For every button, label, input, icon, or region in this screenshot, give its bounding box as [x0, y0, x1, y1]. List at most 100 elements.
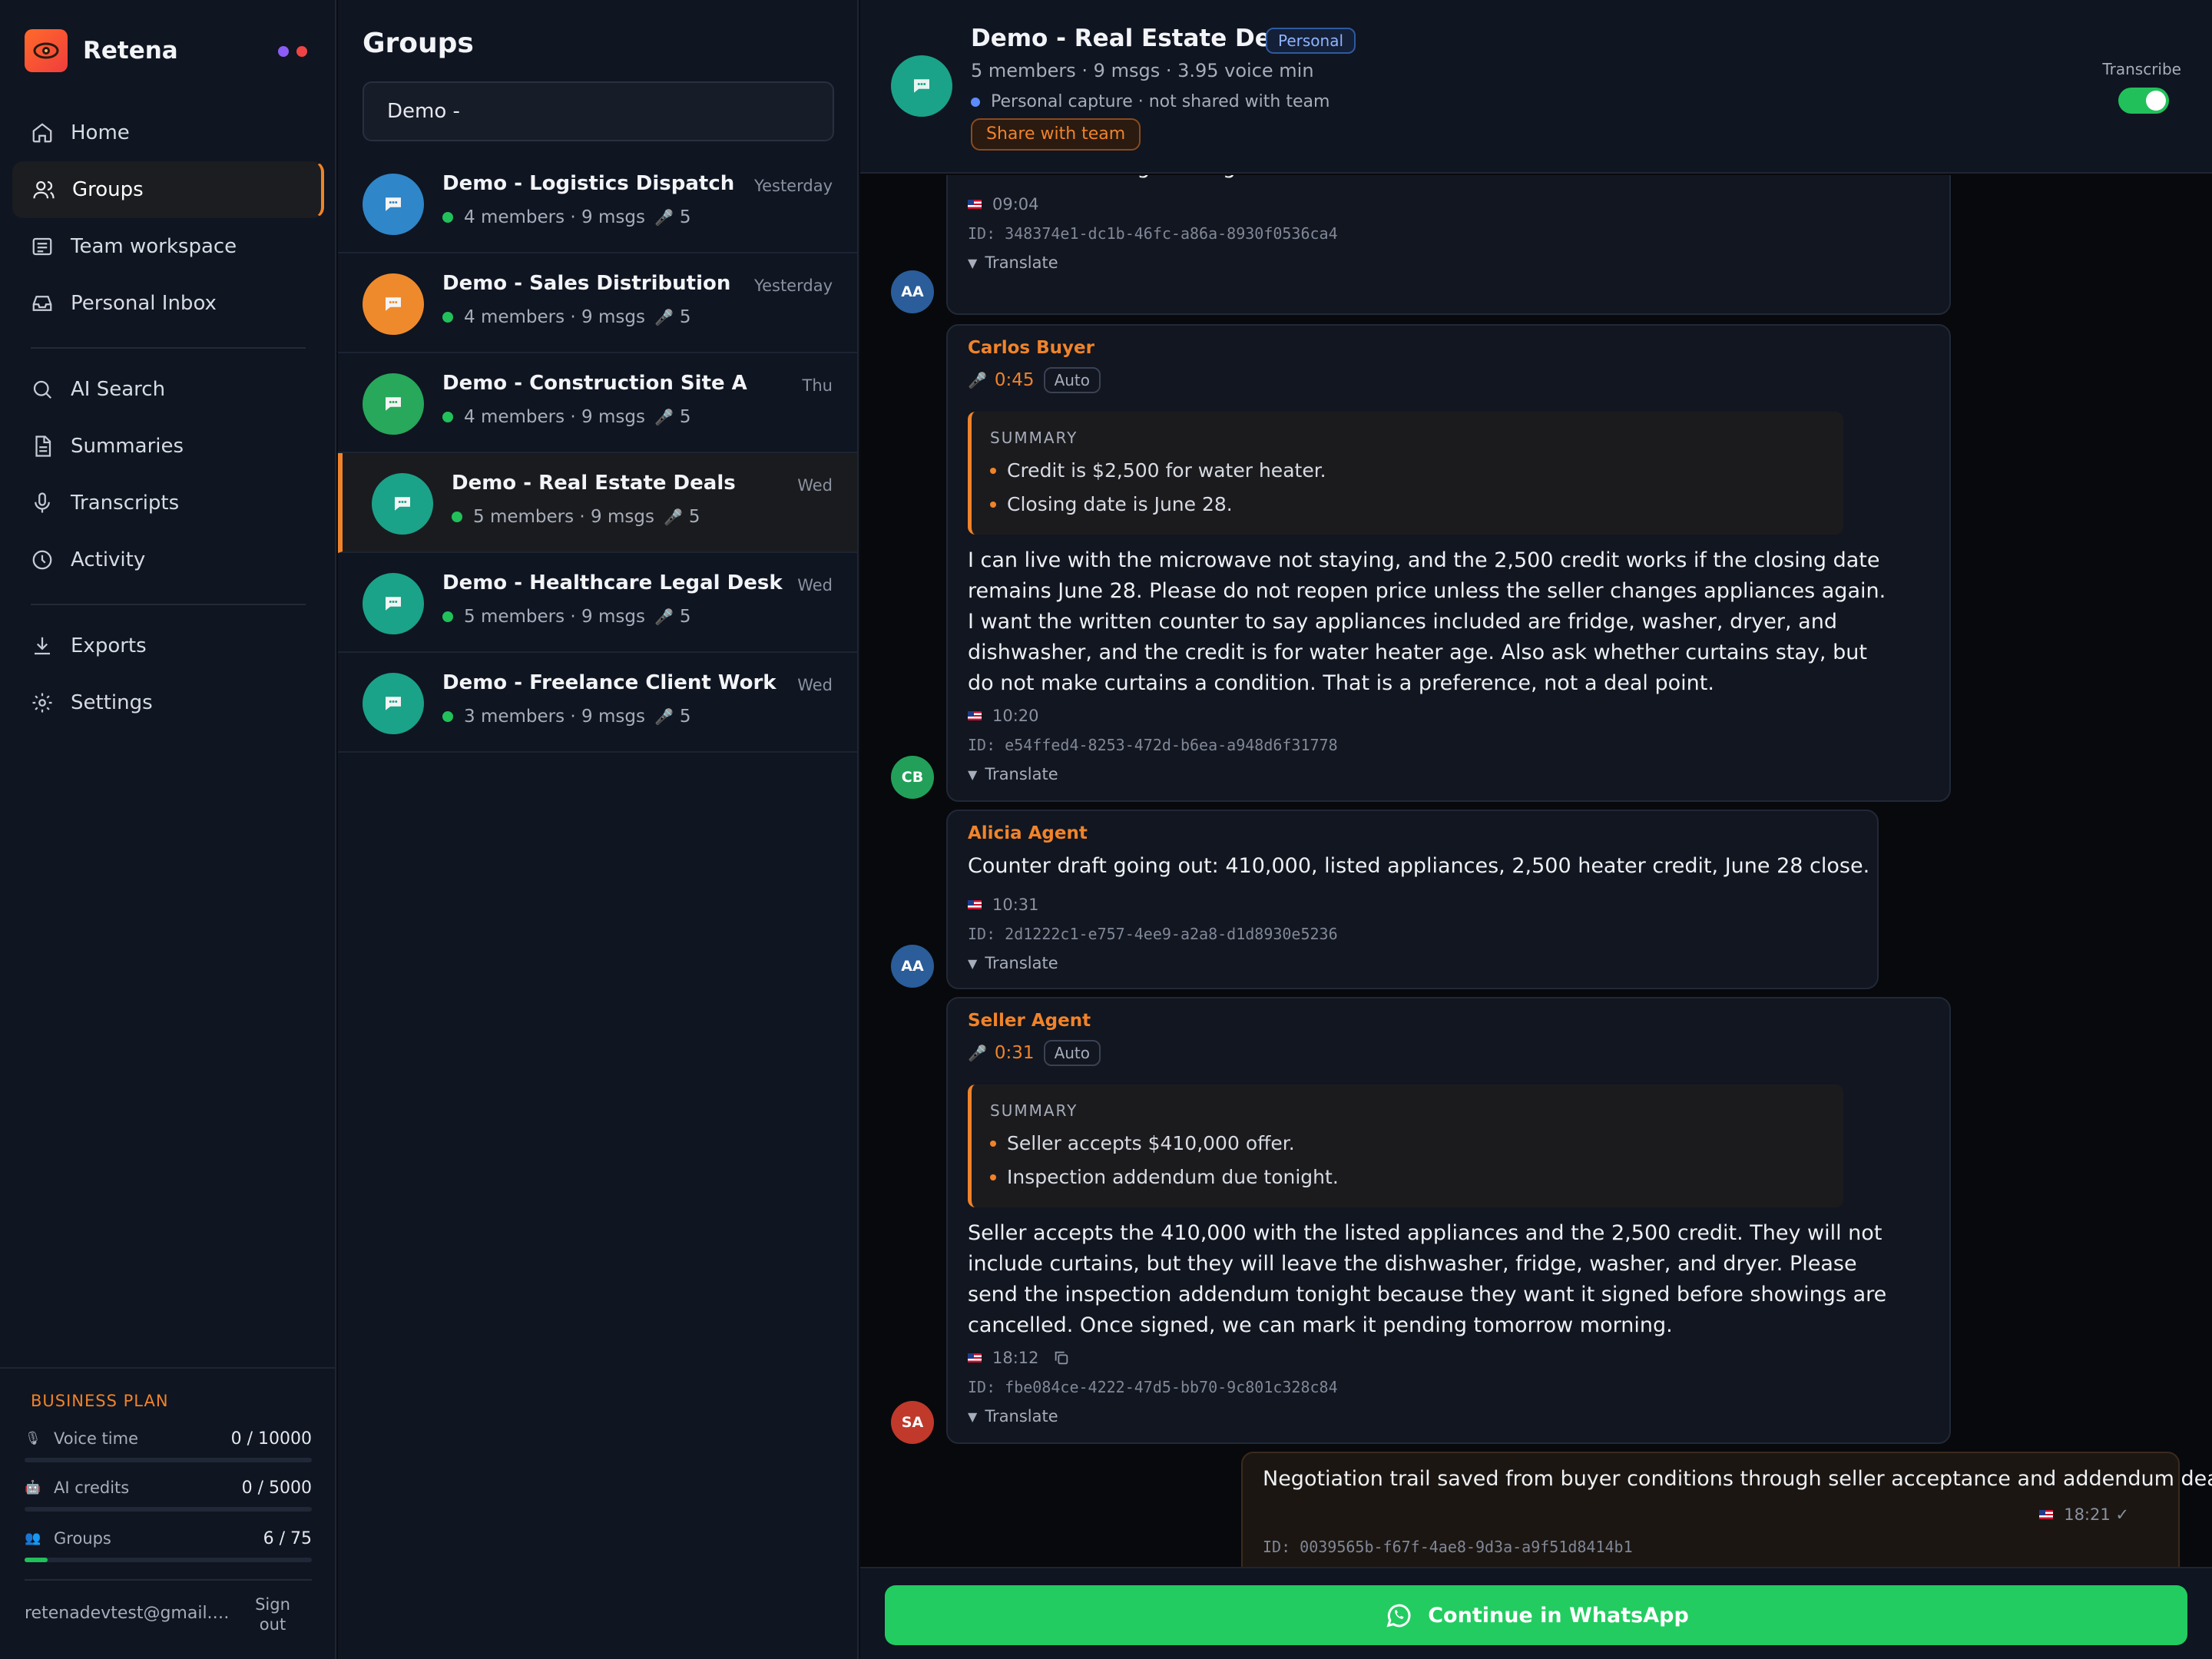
- microphone-icon: 🎤: [968, 1044, 987, 1062]
- message-body: Counter draft going out: 410,000, listed…: [968, 854, 1870, 878]
- voice-note[interactable]: 🎤 0:45 Auto: [968, 367, 1101, 393]
- chat-header: Demo - Real Estate Deals Personal 5 memb…: [860, 0, 2212, 174]
- usage-ai-credits: 🤖 AI credits 0 / 5000: [25, 1476, 312, 1512]
- users-icon: [33, 180, 55, 199]
- group-avatar: [363, 673, 424, 734]
- nav-home[interactable]: Home: [12, 104, 324, 161]
- group-row[interactable]: Demo - Construction Site A Thu 4 members ·…: [338, 353, 857, 453]
- message-body: I can live with the microwave not stayin…: [968, 548, 1886, 695]
- group-avatar: [363, 373, 424, 435]
- group-meta-text: 4 members · 9 msgs: [464, 207, 645, 227]
- download-icon: [35, 637, 50, 655]
- brand[interactable]: Retena: [25, 29, 178, 72]
- usage-value: 6 / 75: [263, 1528, 312, 1548]
- translate-toggle[interactable]: ▼ Translate: [968, 1407, 1058, 1426]
- group-time: Wed: [797, 676, 833, 694]
- groups-panel: Groups Demo - Logistics Dispatch Yesterda…: [338, 0, 859, 1659]
- bullet: [990, 467, 996, 474]
- voice-note[interactable]: 🎤 0:31 Auto: [968, 1040, 1101, 1066]
- group-row[interactable]: Demo - Freelance Client Work Wed 3 members…: [338, 653, 857, 753]
- capture-note-text: Personal capture · not shared with team: [991, 92, 1330, 111]
- chat-bubble-icon: [386, 597, 401, 611]
- group-row[interactable]: Demo - Real Estate Deals Wed 5 members · 9…: [338, 453, 857, 553]
- copy-icon[interactable]: [1053, 1349, 1070, 1366]
- online-dot: [442, 711, 453, 722]
- group-name: Demo - Logistics Dispatch: [442, 172, 735, 195]
- microphone-icon: 🎤: [654, 408, 674, 426]
- group-row[interactable]: Demo - Logistics Dispatch Yesterday 4 memb…: [338, 154, 857, 253]
- group-meta: 4 members · 9 msgs 🎤 5: [442, 207, 691, 227]
- group-meta: 4 members · 9 msgs 🎤 5: [442, 407, 691, 427]
- caret-down-icon: ▼: [968, 1409, 978, 1424]
- message-body: Negotiation trail saved from buyer condi…: [1263, 1467, 2212, 1491]
- usage-bar: [25, 1507, 312, 1512]
- chat-title: Demo - Real Estate Deals: [971, 25, 1310, 52]
- nav-exports-label: Exports: [71, 634, 147, 657]
- group-meta-text: 5 members · 9 msgs: [464, 607, 645, 627]
- group-meta: 5 members · 9 msgs 🎤 5: [452, 507, 700, 527]
- nav-settings[interactable]: Settings: [12, 674, 324, 731]
- group-meta-text: 4 members · 9 msgs: [464, 307, 645, 327]
- usage-bar: [25, 1458, 312, 1462]
- nav-groups[interactable]: Groups: [12, 161, 324, 218]
- nav-exports[interactable]: Exports: [12, 618, 324, 674]
- message-time-text: 10:31: [992, 896, 1039, 914]
- us-flag-icon: [968, 1353, 982, 1363]
- nav-team-workspace[interactable]: Team workspace: [12, 218, 324, 275]
- sender-name: Alicia Agent: [968, 823, 1088, 843]
- share-with-team-button[interactable]: Share with team: [971, 118, 1141, 151]
- sender-name: Seller Agent: [968, 1011, 1091, 1031]
- group-row[interactable]: Demo - Sales Distribution Yesterday 4 memb…: [338, 253, 857, 353]
- translate-toggle[interactable]: ▼ Translate: [968, 253, 1058, 272]
- message-list[interactable]: AA continue showings through the weekend…: [860, 175, 2212, 1567]
- voice-duration: 0:45: [994, 370, 1035, 390]
- auto-badge: Auto: [1043, 367, 1101, 393]
- account-divider: [25, 1579, 312, 1581]
- group-meta-text: 5 members · 9 msgs: [473, 507, 654, 527]
- inbox-icon: [32, 296, 52, 311]
- group-row[interactable]: Demo - Healthcare Legal Desk Wed 5 members…: [338, 553, 857, 653]
- message-bubble: Seller Agent 🎤 0:31 Auto SUMMARY Seller ac…: [946, 997, 1951, 1444]
- bullet: [990, 1140, 996, 1147]
- auto-badge: Auto: [1043, 1040, 1101, 1066]
- group-meta: 4 members · 9 msgs 🎤 5: [442, 307, 691, 327]
- nav-settings-label: Settings: [71, 691, 153, 714]
- capture-note: Personal capture · not shared with team: [971, 92, 1330, 111]
- message-time: 18:21 ✓: [2039, 1505, 2129, 1524]
- chat-bubble-icon: [386, 697, 401, 710]
- continue-in-whatsapp-button[interactable]: Continue in WhatsApp: [885, 1585, 2187, 1645]
- translate-toggle[interactable]: ▼ Translate: [968, 954, 1058, 972]
- message-time-text: 10:20: [992, 707, 1039, 725]
- transcribe-toggle[interactable]: [2118, 88, 2169, 114]
- chat-bubble-icon: [395, 497, 410, 511]
- online-dot: [452, 512, 462, 522]
- online-dot: [442, 611, 453, 622]
- sign-out-button[interactable]: Sign out: [247, 1594, 298, 1634]
- summary-point: Inspection addendum due tonight.: [990, 1166, 1339, 1188]
- nav-personal-inbox[interactable]: Personal Inbox: [12, 275, 324, 332]
- nav-summaries[interactable]: Summaries: [12, 418, 324, 475]
- summary-point-text: Closing date is June 28.: [1007, 493, 1233, 515]
- message-time-text: 18:12: [992, 1349, 1039, 1367]
- summary-box: SUMMARY Credit is $2,500 for water heate…: [968, 412, 1843, 535]
- nav-ai-search-label: AI Search: [71, 378, 166, 401]
- nav-activity[interactable]: Activity: [12, 531, 324, 588]
- gear-icon: [32, 693, 52, 713]
- group-voice-count: 5: [679, 707, 691, 727]
- microphone-icon: 🎤: [654, 608, 674, 626]
- summary-box: SUMMARY Seller accepts $410,000 offer. I…: [968, 1084, 1843, 1207]
- group-time: Thu: [802, 376, 833, 395]
- message-time-text: 18:21 ✓: [2064, 1505, 2129, 1524]
- search-icon: [33, 380, 52, 399]
- summary-point-text: Seller accepts $410,000 offer.: [1007, 1132, 1295, 1154]
- online-dot: [442, 212, 453, 223]
- nav-divider: [31, 347, 306, 349]
- translate-toggle[interactable]: ▼ Translate: [968, 765, 1058, 783]
- group-name: Demo - Construction Site A: [442, 372, 747, 395]
- nav-transcripts[interactable]: Transcripts: [12, 475, 324, 531]
- bullet: [990, 501, 996, 508]
- nav-ai-search[interactable]: AI Search: [12, 361, 324, 418]
- chat-bubble-icon: [914, 79, 929, 93]
- message-id: ID: fbe084ce-4222-47d5-bb70-9c801c328c84: [968, 1378, 1338, 1396]
- groups-search-input[interactable]: [363, 81, 834, 141]
